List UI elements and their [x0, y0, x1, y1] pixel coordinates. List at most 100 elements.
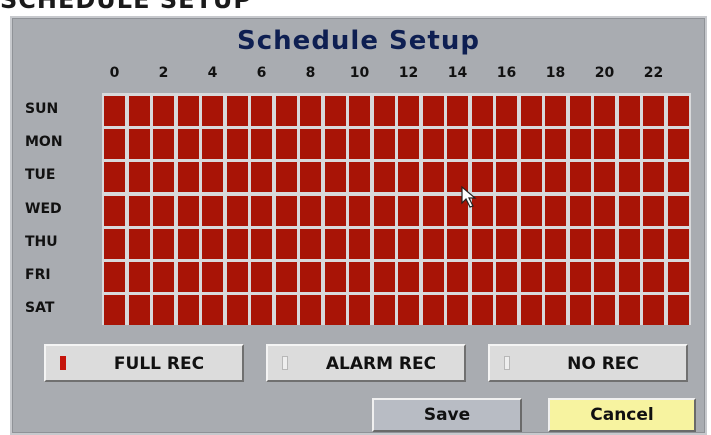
schedule-cell-mon-2[interactable]	[153, 129, 174, 160]
schedule-cell-sat-4[interactable]	[202, 295, 223, 326]
schedule-cell-sat-3[interactable]	[177, 295, 199, 326]
schedule-cell-fri-23[interactable]	[667, 262, 689, 292]
schedule-cell-tue-22[interactable]	[643, 162, 664, 193]
schedule-cell-sat-0[interactable]	[104, 295, 125, 326]
schedule-cell-tue-10[interactable]	[349, 162, 370, 193]
schedule-cell-sat-19[interactable]	[569, 295, 591, 326]
schedule-cell-wed-4[interactable]	[202, 195, 223, 226]
schedule-cell-sat-18[interactable]	[545, 295, 566, 326]
no-rec-button[interactable]: NO REC	[488, 344, 688, 382]
schedule-cell-sun-13[interactable]	[422, 96, 444, 126]
schedule-cell-fri-16[interactable]	[496, 262, 517, 292]
schedule-cell-sun-2[interactable]	[153, 96, 174, 126]
schedule-cell-mon-3[interactable]	[177, 129, 199, 160]
schedule-cell-sun-14[interactable]	[447, 96, 468, 126]
schedule-cell-wed-13[interactable]	[422, 195, 444, 226]
schedule-cell-wed-8[interactable]	[300, 195, 321, 226]
schedule-cell-thu-13[interactable]	[422, 228, 444, 259]
schedule-cell-mon-17[interactable]	[520, 129, 542, 160]
schedule-cell-fri-10[interactable]	[349, 262, 370, 292]
schedule-cell-thu-7[interactable]	[275, 228, 297, 259]
schedule-cell-thu-22[interactable]	[643, 228, 664, 259]
schedule-cell-tue-4[interactable]	[202, 162, 223, 193]
schedule-cell-mon-1[interactable]	[128, 129, 150, 160]
schedule-cell-mon-13[interactable]	[422, 129, 444, 160]
schedule-cell-sun-8[interactable]	[300, 96, 321, 126]
schedule-cell-thu-16[interactable]	[496, 228, 517, 259]
schedule-cell-sun-0[interactable]	[104, 96, 125, 126]
schedule-cell-fri-19[interactable]	[569, 262, 591, 292]
schedule-cell-sat-22[interactable]	[643, 295, 664, 326]
cancel-button[interactable]: Cancel	[548, 398, 696, 432]
schedule-cell-wed-9[interactable]	[324, 195, 346, 226]
schedule-cell-thu-9[interactable]	[324, 228, 346, 259]
schedule-cell-tue-0[interactable]	[104, 162, 125, 193]
schedule-cell-tue-1[interactable]	[128, 162, 150, 193]
save-button[interactable]: Save	[372, 398, 522, 432]
schedule-cell-tue-6[interactable]	[251, 162, 272, 193]
schedule-cell-thu-15[interactable]	[471, 228, 493, 259]
schedule-cell-sat-7[interactable]	[275, 295, 297, 326]
schedule-cell-sun-17[interactable]	[520, 96, 542, 126]
schedule-cell-sat-14[interactable]	[447, 295, 468, 326]
schedule-cell-thu-5[interactable]	[226, 228, 248, 259]
schedule-cell-thu-11[interactable]	[373, 228, 395, 259]
schedule-cell-thu-12[interactable]	[398, 228, 419, 259]
schedule-cell-fri-15[interactable]	[471, 262, 493, 292]
schedule-cell-sun-19[interactable]	[569, 96, 591, 126]
schedule-cell-wed-19[interactable]	[569, 195, 591, 226]
schedule-cell-wed-3[interactable]	[177, 195, 199, 226]
schedule-cell-fri-17[interactable]	[520, 262, 542, 292]
schedule-cell-sun-3[interactable]	[177, 96, 199, 126]
schedule-cell-thu-20[interactable]	[594, 228, 615, 259]
schedule-cell-thu-4[interactable]	[202, 228, 223, 259]
schedule-cell-tue-5[interactable]	[226, 162, 248, 193]
schedule-cell-mon-15[interactable]	[471, 129, 493, 160]
schedule-cell-sun-5[interactable]	[226, 96, 248, 126]
schedule-cell-sat-2[interactable]	[153, 295, 174, 326]
schedule-cell-mon-20[interactable]	[594, 129, 615, 160]
schedule-cell-thu-23[interactable]	[667, 228, 689, 259]
schedule-cell-thu-18[interactable]	[545, 228, 566, 259]
schedule-cell-sun-1[interactable]	[128, 96, 150, 126]
schedule-cell-tue-11[interactable]	[373, 162, 395, 193]
schedule-cell-tue-8[interactable]	[300, 162, 321, 193]
schedule-cell-fri-11[interactable]	[373, 262, 395, 292]
schedule-cell-fri-12[interactable]	[398, 262, 419, 292]
schedule-cell-sun-22[interactable]	[643, 96, 664, 126]
full-rec-button[interactable]: FULL REC	[44, 344, 244, 382]
schedule-grid[interactable]	[102, 93, 691, 326]
schedule-cell-sat-5[interactable]	[226, 295, 248, 326]
schedule-cell-sun-6[interactable]	[251, 96, 272, 126]
schedule-cell-mon-14[interactable]	[447, 129, 468, 160]
schedule-cell-wed-5[interactable]	[226, 195, 248, 226]
schedule-cell-sun-12[interactable]	[398, 96, 419, 126]
schedule-cell-thu-0[interactable]	[104, 228, 125, 259]
schedule-cell-wed-0[interactable]	[104, 195, 125, 226]
schedule-cell-thu-10[interactable]	[349, 228, 370, 259]
schedule-cell-sun-4[interactable]	[202, 96, 223, 126]
schedule-cell-sun-10[interactable]	[349, 96, 370, 126]
schedule-cell-thu-6[interactable]	[251, 228, 272, 259]
schedule-cell-sat-23[interactable]	[667, 295, 689, 326]
schedule-cell-sat-12[interactable]	[398, 295, 419, 326]
schedule-cell-fri-0[interactable]	[104, 262, 125, 292]
schedule-cell-tue-20[interactable]	[594, 162, 615, 193]
schedule-cell-mon-6[interactable]	[251, 129, 272, 160]
schedule-cell-fri-2[interactable]	[153, 262, 174, 292]
schedule-cell-tue-9[interactable]	[324, 162, 346, 193]
schedule-cell-mon-7[interactable]	[275, 129, 297, 160]
schedule-cell-fri-14[interactable]	[447, 262, 468, 292]
schedule-cell-fri-7[interactable]	[275, 262, 297, 292]
schedule-cell-fri-18[interactable]	[545, 262, 566, 292]
schedule-cell-sun-23[interactable]	[667, 96, 689, 126]
schedule-cell-thu-2[interactable]	[153, 228, 174, 259]
schedule-cell-sat-21[interactable]	[618, 295, 640, 326]
schedule-cell-mon-12[interactable]	[398, 129, 419, 160]
schedule-cell-fri-20[interactable]	[594, 262, 615, 292]
schedule-cell-mon-10[interactable]	[349, 129, 370, 160]
schedule-cell-mon-22[interactable]	[643, 129, 664, 160]
schedule-cell-tue-16[interactable]	[496, 162, 517, 193]
schedule-cell-mon-8[interactable]	[300, 129, 321, 160]
schedule-cell-tue-2[interactable]	[153, 162, 174, 193]
